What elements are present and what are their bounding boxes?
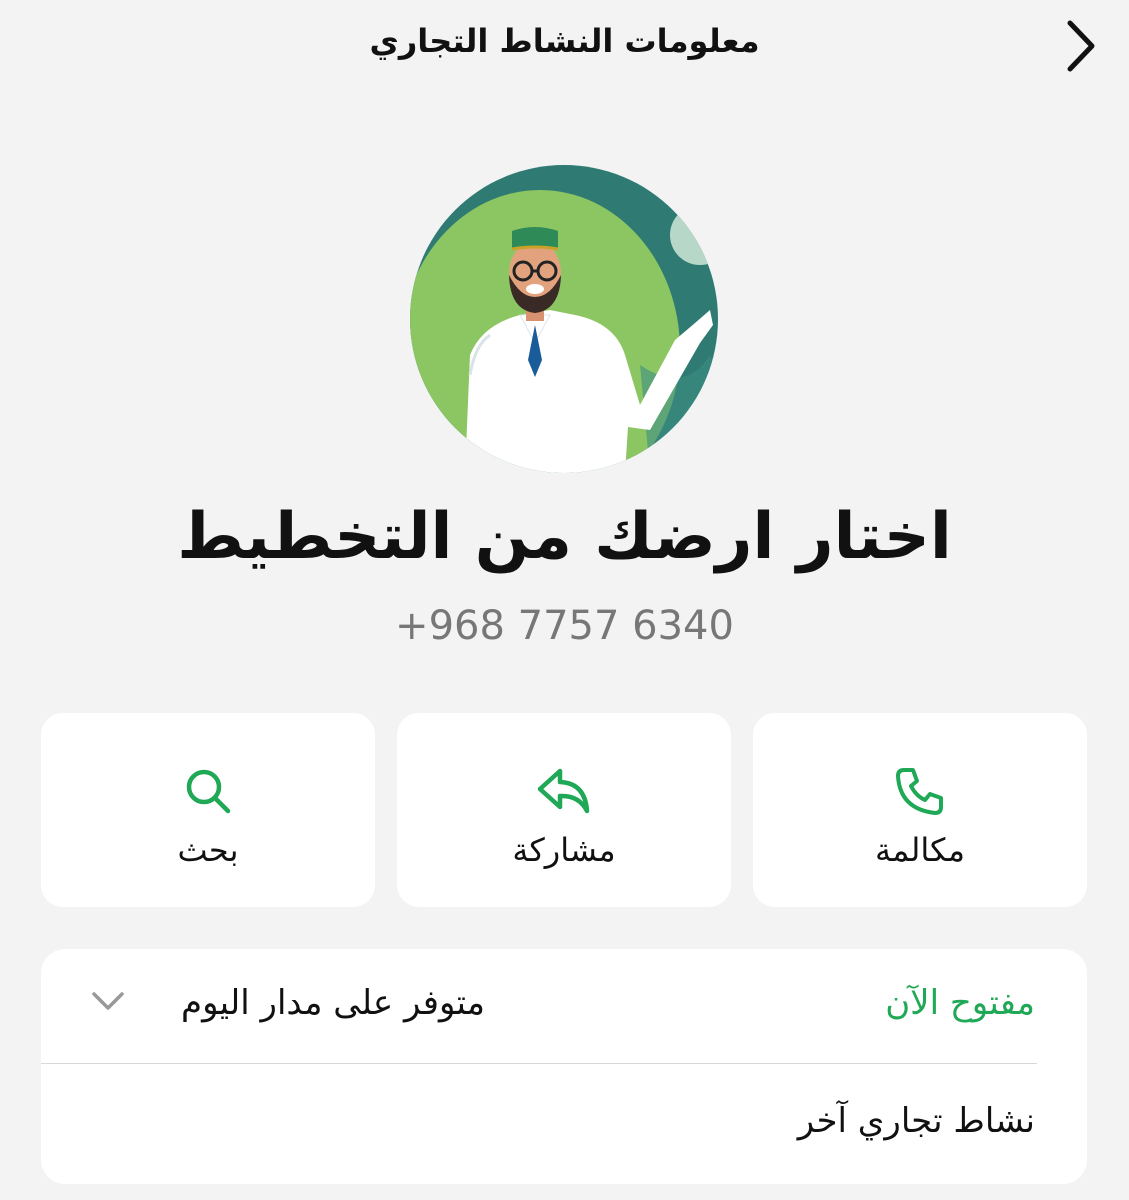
search-label: بحث xyxy=(177,831,239,869)
other-business-row[interactable]: نشاط تجاري آخر xyxy=(41,1063,1087,1184)
business-hours-row[interactable]: مفتوح الآن متوفر على مدار اليوم xyxy=(41,949,1087,1063)
open-status: مفتوح الآن xyxy=(885,983,1035,1023)
search-button[interactable]: بحث xyxy=(41,713,375,907)
chevron-right-icon xyxy=(1067,20,1095,72)
phone-icon xyxy=(896,768,943,815)
search-icon xyxy=(186,769,231,814)
share-label: مشاركة xyxy=(512,831,616,869)
avatar xyxy=(410,165,718,473)
business-name: اختار ارضك من التخطيط xyxy=(177,500,952,574)
share-icon xyxy=(537,768,590,814)
chevron-down-icon xyxy=(92,992,124,1010)
call-button[interactable]: مكالمة xyxy=(753,713,1087,907)
back-button[interactable] xyxy=(1061,18,1101,74)
avatar-illustration xyxy=(410,165,718,473)
business-info-card: مفتوح الآن متوفر على مدار اليوم نشاط تجا… xyxy=(41,949,1087,1184)
hours-schedule: متوفر على مدار اليوم xyxy=(181,983,485,1023)
phone-number: +968 7757 6340 xyxy=(395,603,734,649)
page-title: معلومات النشاط التجاري xyxy=(369,22,760,60)
share-button[interactable]: مشاركة xyxy=(397,713,731,907)
call-label: مكالمة xyxy=(875,831,965,869)
other-business-label: نشاط تجاري آخر xyxy=(797,1101,1035,1141)
